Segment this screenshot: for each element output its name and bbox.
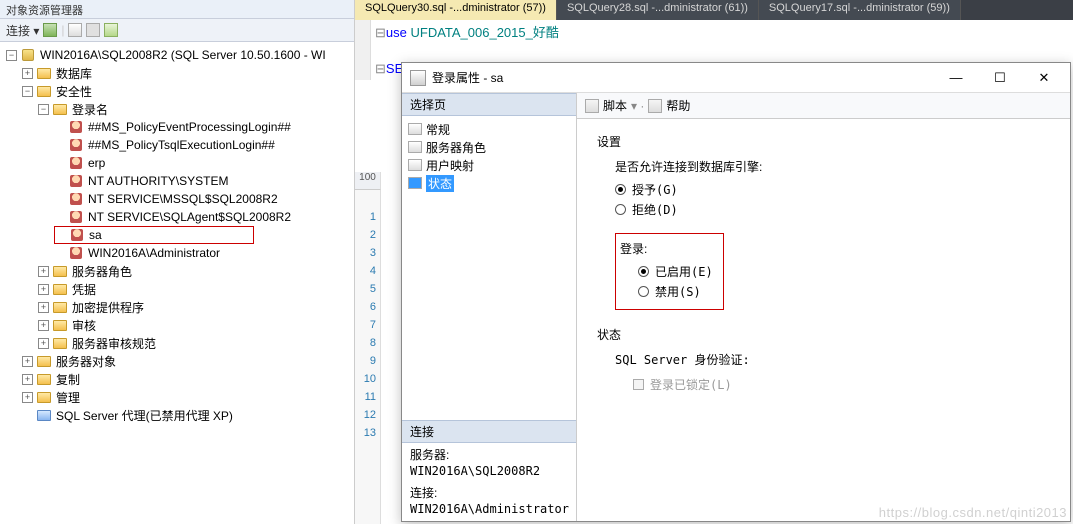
line-numbers: 12345678910111213 [355,190,381,524]
connection-info: 服务器: WIN2016A\SQL2008R2 连接: WIN2016A\Adm… [402,443,576,521]
dialog-toolbar: 脚本 ▾ · 帮助 [577,93,1070,119]
refresh-icon[interactable] [43,23,57,37]
replication-node[interactable]: +复制 [0,370,354,388]
page-user-mapping[interactable]: 用户映射 [408,156,570,174]
editor-tabstrip: SQLQuery30.sql -...dministrator (57)) SQ… [355,0,1073,20]
sql-auth-label: SQL Server 身份验证: [615,351,1050,368]
enabled-radio[interactable]: 已启用(E) [638,261,713,281]
login-label: 登录: [620,240,713,257]
databases-node[interactable]: +数据库 [0,64,354,82]
management-node[interactable]: +管理 [0,388,354,406]
login-item[interactable]: erp [0,154,354,172]
panel-toolbar: 连接 ▾ | [0,18,354,42]
panel-title: 对象资源管理器 [0,0,354,18]
page-icon [408,159,422,171]
connection-header: 连接 [402,420,576,443]
credentials-node[interactable]: +凭据 [0,280,354,298]
allow-connect-label: 是否允许连接到数据库引擎: [615,158,1050,175]
login-item[interactable]: ##MS_PolicyTsqlExecutionLogin## [0,136,354,154]
code-gutter [355,20,371,80]
watermark: https://blog.csdn.net/qinti2013 [879,505,1067,520]
status-page: 设置 是否允许连接到数据库引擎: 授予(G) 拒绝(D) 登录: 已启用(E) … [577,119,1070,408]
login-item[interactable]: ##MS_PolicyEventProcessingLogin## [0,118,354,136]
dialog-right-pane: 脚本 ▾ · 帮助 设置 是否允许连接到数据库引擎: 授予(G) 拒绝(D) 登… [577,93,1070,521]
help-icon[interactable] [648,99,662,113]
script-button[interactable]: 脚本 [603,97,627,114]
crypto-node[interactable]: +加密提供程序 [0,298,354,316]
editor-tab[interactable]: SQLQuery30.sql -...dministrator (57)) [355,0,557,20]
login-item[interactable]: WIN2016A\Administrator [0,244,354,262]
maximize-button[interactable]: ☐ [978,64,1022,92]
server-node[interactable]: −WIN2016A\SQL2008R2 (SQL Server 10.50.16… [0,46,354,64]
disabled-radio[interactable]: 禁用(S) [638,281,713,301]
close-button[interactable]: ✕ [1022,64,1066,92]
filter-icon[interactable] [68,23,82,37]
login-item[interactable]: NT AUTHORITY\SYSTEM [0,172,354,190]
page-status[interactable]: 状态 [408,174,570,192]
security-node[interactable]: −安全性 [0,82,354,100]
page-general[interactable]: 常规 [408,120,570,138]
script-icon[interactable] [585,99,599,113]
login-item-sa[interactable]: sa [54,226,254,244]
audit-node[interactable]: +审核 [0,316,354,334]
minimize-button[interactable]: — [934,64,978,92]
object-explorer-panel: 对象资源管理器 连接 ▾ | −WIN2016A\SQL2008R2 (SQL … [0,0,355,524]
connect-dropdown[interactable]: 连接 ▾ [6,22,39,39]
object-tree[interactable]: −WIN2016A\SQL2008R2 (SQL Server 10.50.16… [0,42,354,524]
locked-checkbox: 登录已锁定(L) [633,374,1050,394]
editor-tab[interactable]: SQLQuery28.sql -...dministrator (61)) [557,0,759,20]
login-item[interactable]: NT SERVICE\SQLAgent$SQL2008R2 [0,208,354,226]
dialog-title: 登录属性 - sa [432,69,934,86]
page-server-roles[interactable]: 服务器角色 [408,138,570,156]
dialog-left-pane: 选择页 常规 服务器角色 用户映射 状态 连接 服务器: WIN2016A\SQ… [402,93,577,521]
server-roles-node[interactable]: +服务器角色 [0,262,354,280]
login-section: 登录: 已启用(E) 禁用(S) [615,233,724,310]
logins-node[interactable]: −登录名 [0,100,354,118]
login-item[interactable]: NT SERVICE\MSSQL$SQL2008R2 [0,190,354,208]
props-icon[interactable] [104,23,118,37]
editor-tab[interactable]: SQLQuery17.sql -...dministrator (59)) [759,0,961,20]
login-properties-dialog: 登录属性 - sa — ☐ ✕ 选择页 常规 服务器角色 用户映射 状态 连接 … [401,62,1071,522]
page-icon [408,141,422,153]
audit-spec-node[interactable]: +服务器审核规范 [0,334,354,352]
deny-radio[interactable]: 拒绝(D) [615,199,1050,219]
select-page-header: 选择页 [402,93,576,116]
help-button[interactable]: 帮助 [666,97,690,114]
grant-radio[interactable]: 授予(G) [615,179,1050,199]
sql-agent-node[interactable]: SQL Server 代理(已禁用代理 XP) [0,406,354,424]
settings-label: 设置 [597,133,1050,150]
page-icon [408,123,422,135]
dialog-icon [410,70,426,86]
stop-icon[interactable] [86,23,100,37]
dialog-titlebar[interactable]: 登录属性 - sa — ☐ ✕ [402,63,1070,93]
status-label: 状态 [597,326,1050,343]
server-objects-node[interactable]: +服务器对象 [0,352,354,370]
page-icon [408,177,422,189]
zoom-level: 100 [355,172,381,190]
